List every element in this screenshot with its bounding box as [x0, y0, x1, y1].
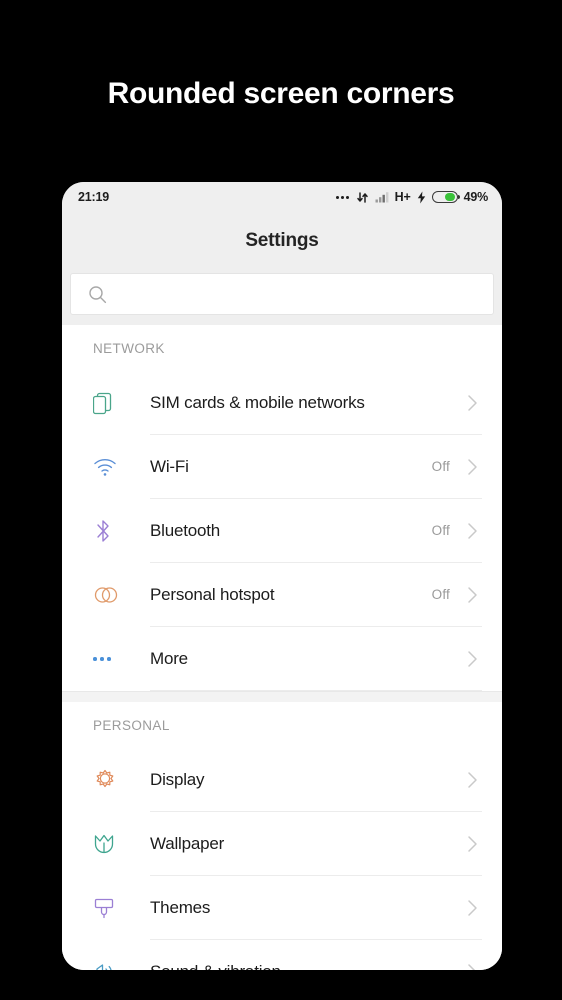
sun-display-icon — [93, 768, 123, 792]
list-item-body: SIM cards & mobile networks — [150, 371, 482, 435]
list-item-label: Sound & vibration — [150, 962, 450, 971]
list-item-body: Sound & vibration — [150, 940, 482, 970]
battery-icon — [431, 191, 460, 203]
list-item-label: Wallpaper — [150, 833, 225, 853]
more-dots-icon — [335, 195, 349, 199]
list-item-more[interactable]: More — [62, 627, 502, 691]
network-settings-list: SIM cards & mobile networks Wi-Fi Off Bl… — [62, 371, 502, 691]
chevron-right-icon — [466, 522, 478, 540]
network-type-label: H+ — [394, 190, 411, 204]
battery-percent-label: 49% — [463, 190, 489, 204]
section-divider — [62, 691, 502, 702]
list-item-label: SIM cards & mobile networks — [150, 392, 365, 412]
list-item-label: More — [150, 648, 188, 668]
settings-title: Settings — [245, 230, 319, 251]
list-item-wallpaper[interactable]: Wallpaper — [62, 812, 502, 876]
page-title: Rounded screen corners — [107, 77, 455, 110]
search-box[interactable] — [70, 273, 494, 315]
personal-settings-list: Display Wallpaper Themes — [62, 748, 502, 970]
list-item-wifi[interactable]: Wi-Fi Off — [62, 435, 502, 499]
charging-bolt-icon — [417, 191, 426, 204]
list-item-body: Wi-Fi Off — [150, 435, 482, 499]
list-item-body: Display — [150, 748, 482, 812]
status-time: 21:19 — [78, 190, 109, 204]
app-toolbar: Settings — [62, 212, 502, 270]
wifi-icon — [93, 457, 123, 477]
data-transfer-icon — [356, 191, 369, 204]
status-icons: H+ 49% — [335, 190, 489, 204]
list-item-body: More — [150, 627, 482, 691]
list-item-body: Bluetooth Off — [150, 499, 482, 563]
list-item-display[interactable]: Display — [62, 748, 502, 812]
list-item-body: Themes — [150, 876, 482, 940]
section-header-personal: PERSONAL — [62, 702, 502, 748]
chevron-right-icon — [466, 963, 478, 970]
chevron-right-icon — [466, 394, 478, 412]
paint-brush-icon — [93, 896, 123, 920]
list-item-label: Display — [150, 769, 205, 789]
chevron-right-icon — [466, 771, 478, 789]
list-item-value: Off — [431, 587, 450, 602]
search-icon — [88, 285, 107, 304]
chevron-right-icon — [466, 899, 478, 917]
phone-screen: 21:19 H+ 49% Settings NETWORK SIM cards … — [62, 182, 502, 970]
list-item-body: Wallpaper — [150, 812, 482, 876]
list-item-personal-hotspot[interactable]: Personal hotspot Off — [62, 563, 502, 627]
search-input[interactable] — [117, 274, 493, 314]
list-item-sound-vibration[interactable]: Sound & vibration — [62, 940, 502, 970]
signal-bars-icon — [375, 191, 389, 203]
chevron-right-icon — [466, 458, 478, 476]
search-container — [62, 270, 502, 325]
list-item-value: Off — [431, 523, 450, 538]
chevron-right-icon — [466, 586, 478, 604]
list-item-value: Off — [431, 459, 450, 474]
list-item-label: Wi-Fi — [150, 456, 189, 476]
status-bar: 21:19 H+ 49% — [62, 182, 502, 212]
hotspot-icon — [93, 585, 123, 605]
bluetooth-icon — [93, 518, 123, 544]
list-item-label: Personal hotspot — [150, 584, 275, 604]
list-item-bluetooth[interactable]: Bluetooth Off — [62, 499, 502, 563]
section-header-network: NETWORK — [62, 325, 502, 371]
list-item-body: Personal hotspot Off — [150, 563, 482, 627]
chevron-right-icon — [466, 650, 478, 668]
more-dots-icon — [93, 657, 123, 661]
sim-cards-icon — [93, 391, 123, 415]
list-item-themes[interactable]: Themes — [62, 876, 502, 940]
speaker-icon — [93, 961, 123, 970]
list-item-label: Themes — [150, 897, 211, 917]
list-item-label: Bluetooth — [150, 520, 221, 540]
list-item-sim-cards[interactable]: SIM cards & mobile networks — [62, 371, 502, 435]
tulip-wallpaper-icon — [93, 832, 123, 856]
chevron-right-icon — [466, 835, 478, 853]
